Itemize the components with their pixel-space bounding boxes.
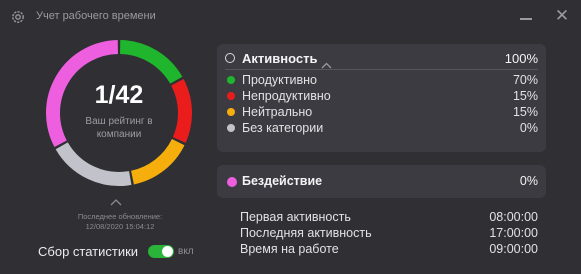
- last-update-timestamp: 12/08/2020 15:04:12: [85, 222, 155, 231]
- divider: [225, 69, 538, 70]
- activity-card: Активность 100% Продуктивно 70% Непродук…: [217, 44, 546, 152]
- uncategorized-dot-icon: [227, 124, 235, 132]
- last-update: Последнее обновление: 12/08/2020 15:04:1…: [40, 212, 200, 232]
- row-value: 15%: [512, 89, 538, 103]
- neutral-dot-icon: [227, 108, 235, 116]
- activity-circle-icon: [225, 53, 235, 63]
- time-value: 09:00:00: [489, 242, 538, 256]
- idle-card: Бездействие 0%: [217, 165, 546, 198]
- productive-dot-icon: [227, 76, 235, 84]
- activity-row-neutral: Нейтрально 15%: [217, 105, 546, 120]
- title-bar: Учет рабочего времени ✕: [0, 0, 581, 34]
- time-label: Время на работе: [240, 242, 339, 256]
- minimize-icon[interactable]: [520, 8, 532, 26]
- unproductive-dot-icon: [227, 92, 235, 100]
- activity-row-productive: Продуктивно 70%: [217, 73, 546, 88]
- chevron-up-icon[interactable]: [321, 56, 332, 69]
- row-label: Нейтрально: [242, 105, 313, 119]
- ring-segment: [119, 40, 183, 84]
- rank-value: 1/42: [94, 81, 144, 109]
- work-time-row: Время на работе 09:00:00: [240, 242, 538, 258]
- idle-dot-icon: [227, 177, 237, 187]
- stats-collection-label: Сбор статистики: [38, 244, 139, 259]
- close-icon[interactable]: ✕: [553, 7, 571, 25]
- time-value: 17:00:00: [489, 226, 538, 240]
- ring-segment: [130, 138, 185, 185]
- row-label: Без категории: [242, 121, 324, 135]
- activity-total: 100%: [504, 51, 538, 66]
- last-update-label: Последнее обновление:: [77, 212, 163, 221]
- idle-value: 0%: [519, 174, 538, 188]
- time-label: Первая активность: [240, 210, 351, 224]
- row-label: Непродуктивно: [242, 89, 331, 103]
- row-value: 0%: [519, 121, 538, 135]
- row-label: Продуктивно: [242, 73, 317, 87]
- time-value: 08:00:00: [489, 210, 538, 224]
- chevron-up-icon[interactable]: [110, 193, 122, 206]
- rank-label: Ваш рейтинг в компании: [85, 116, 153, 140]
- rating-ring-chart: [46, 40, 192, 186]
- app-title: Учет рабочего времени: [36, 10, 156, 22]
- last-activity-row: Последняя активность 17:00:00: [240, 226, 538, 242]
- stats-collection-state: вкл: [178, 246, 194, 257]
- activity-row-uncategorized: Без категории 0%: [217, 121, 546, 136]
- row-value: 15%: [512, 105, 538, 119]
- first-activity-row: Первая активность 08:00:00: [240, 210, 538, 226]
- row-value: 70%: [512, 73, 538, 87]
- gear-icon[interactable]: [10, 9, 26, 25]
- stats-collection-toggle[interactable]: [148, 245, 174, 258]
- time-label: Последняя активность: [240, 226, 372, 240]
- rating-ring: 1/42 Ваш рейтинг в компании: [43, 37, 195, 189]
- idle-title: Бездействие: [242, 174, 323, 188]
- activity-row-unproductive: Непродуктивно 15%: [217, 89, 546, 104]
- ring-segment: [55, 142, 132, 186]
- activity-title[interactable]: Активность: [242, 51, 317, 66]
